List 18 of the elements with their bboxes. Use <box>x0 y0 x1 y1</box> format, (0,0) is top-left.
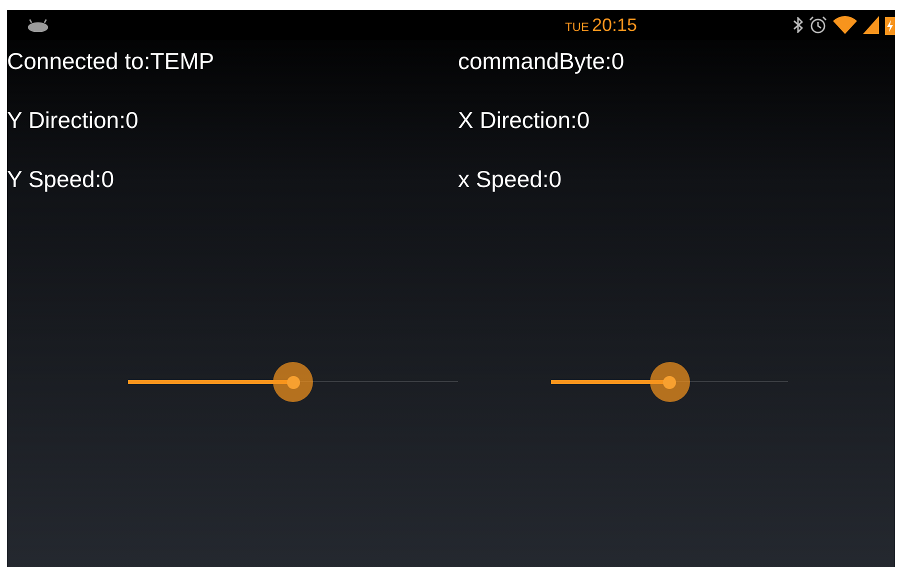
value-label: Y Speed:0 <box>7 166 116 192</box>
android-icon <box>27 18 49 32</box>
value-label: X Direction:0 <box>458 107 591 133</box>
value-label: Y Direction:0 <box>7 107 140 133</box>
slider[interactable] <box>551 362 788 402</box>
slider[interactable] <box>128 362 458 402</box>
value-label: x Speed:0 <box>458 166 563 192</box>
wifi-icon <box>832 16 857 34</box>
value-label: Connected to:TEMP <box>7 48 216 74</box>
clock-time: 20:15 <box>592 14 638 36</box>
slider-thumb[interactable] <box>650 362 690 402</box>
battery-icon <box>884 15 895 35</box>
alarm-clock-icon <box>808 16 827 34</box>
signal-icon <box>862 16 879 34</box>
value-label: commandByte:0 <box>458 48 626 74</box>
bluetooth-icon <box>792 17 803 33</box>
slider-thumb[interactable] <box>273 362 313 402</box>
day-text: TUE <box>564 20 589 34</box>
